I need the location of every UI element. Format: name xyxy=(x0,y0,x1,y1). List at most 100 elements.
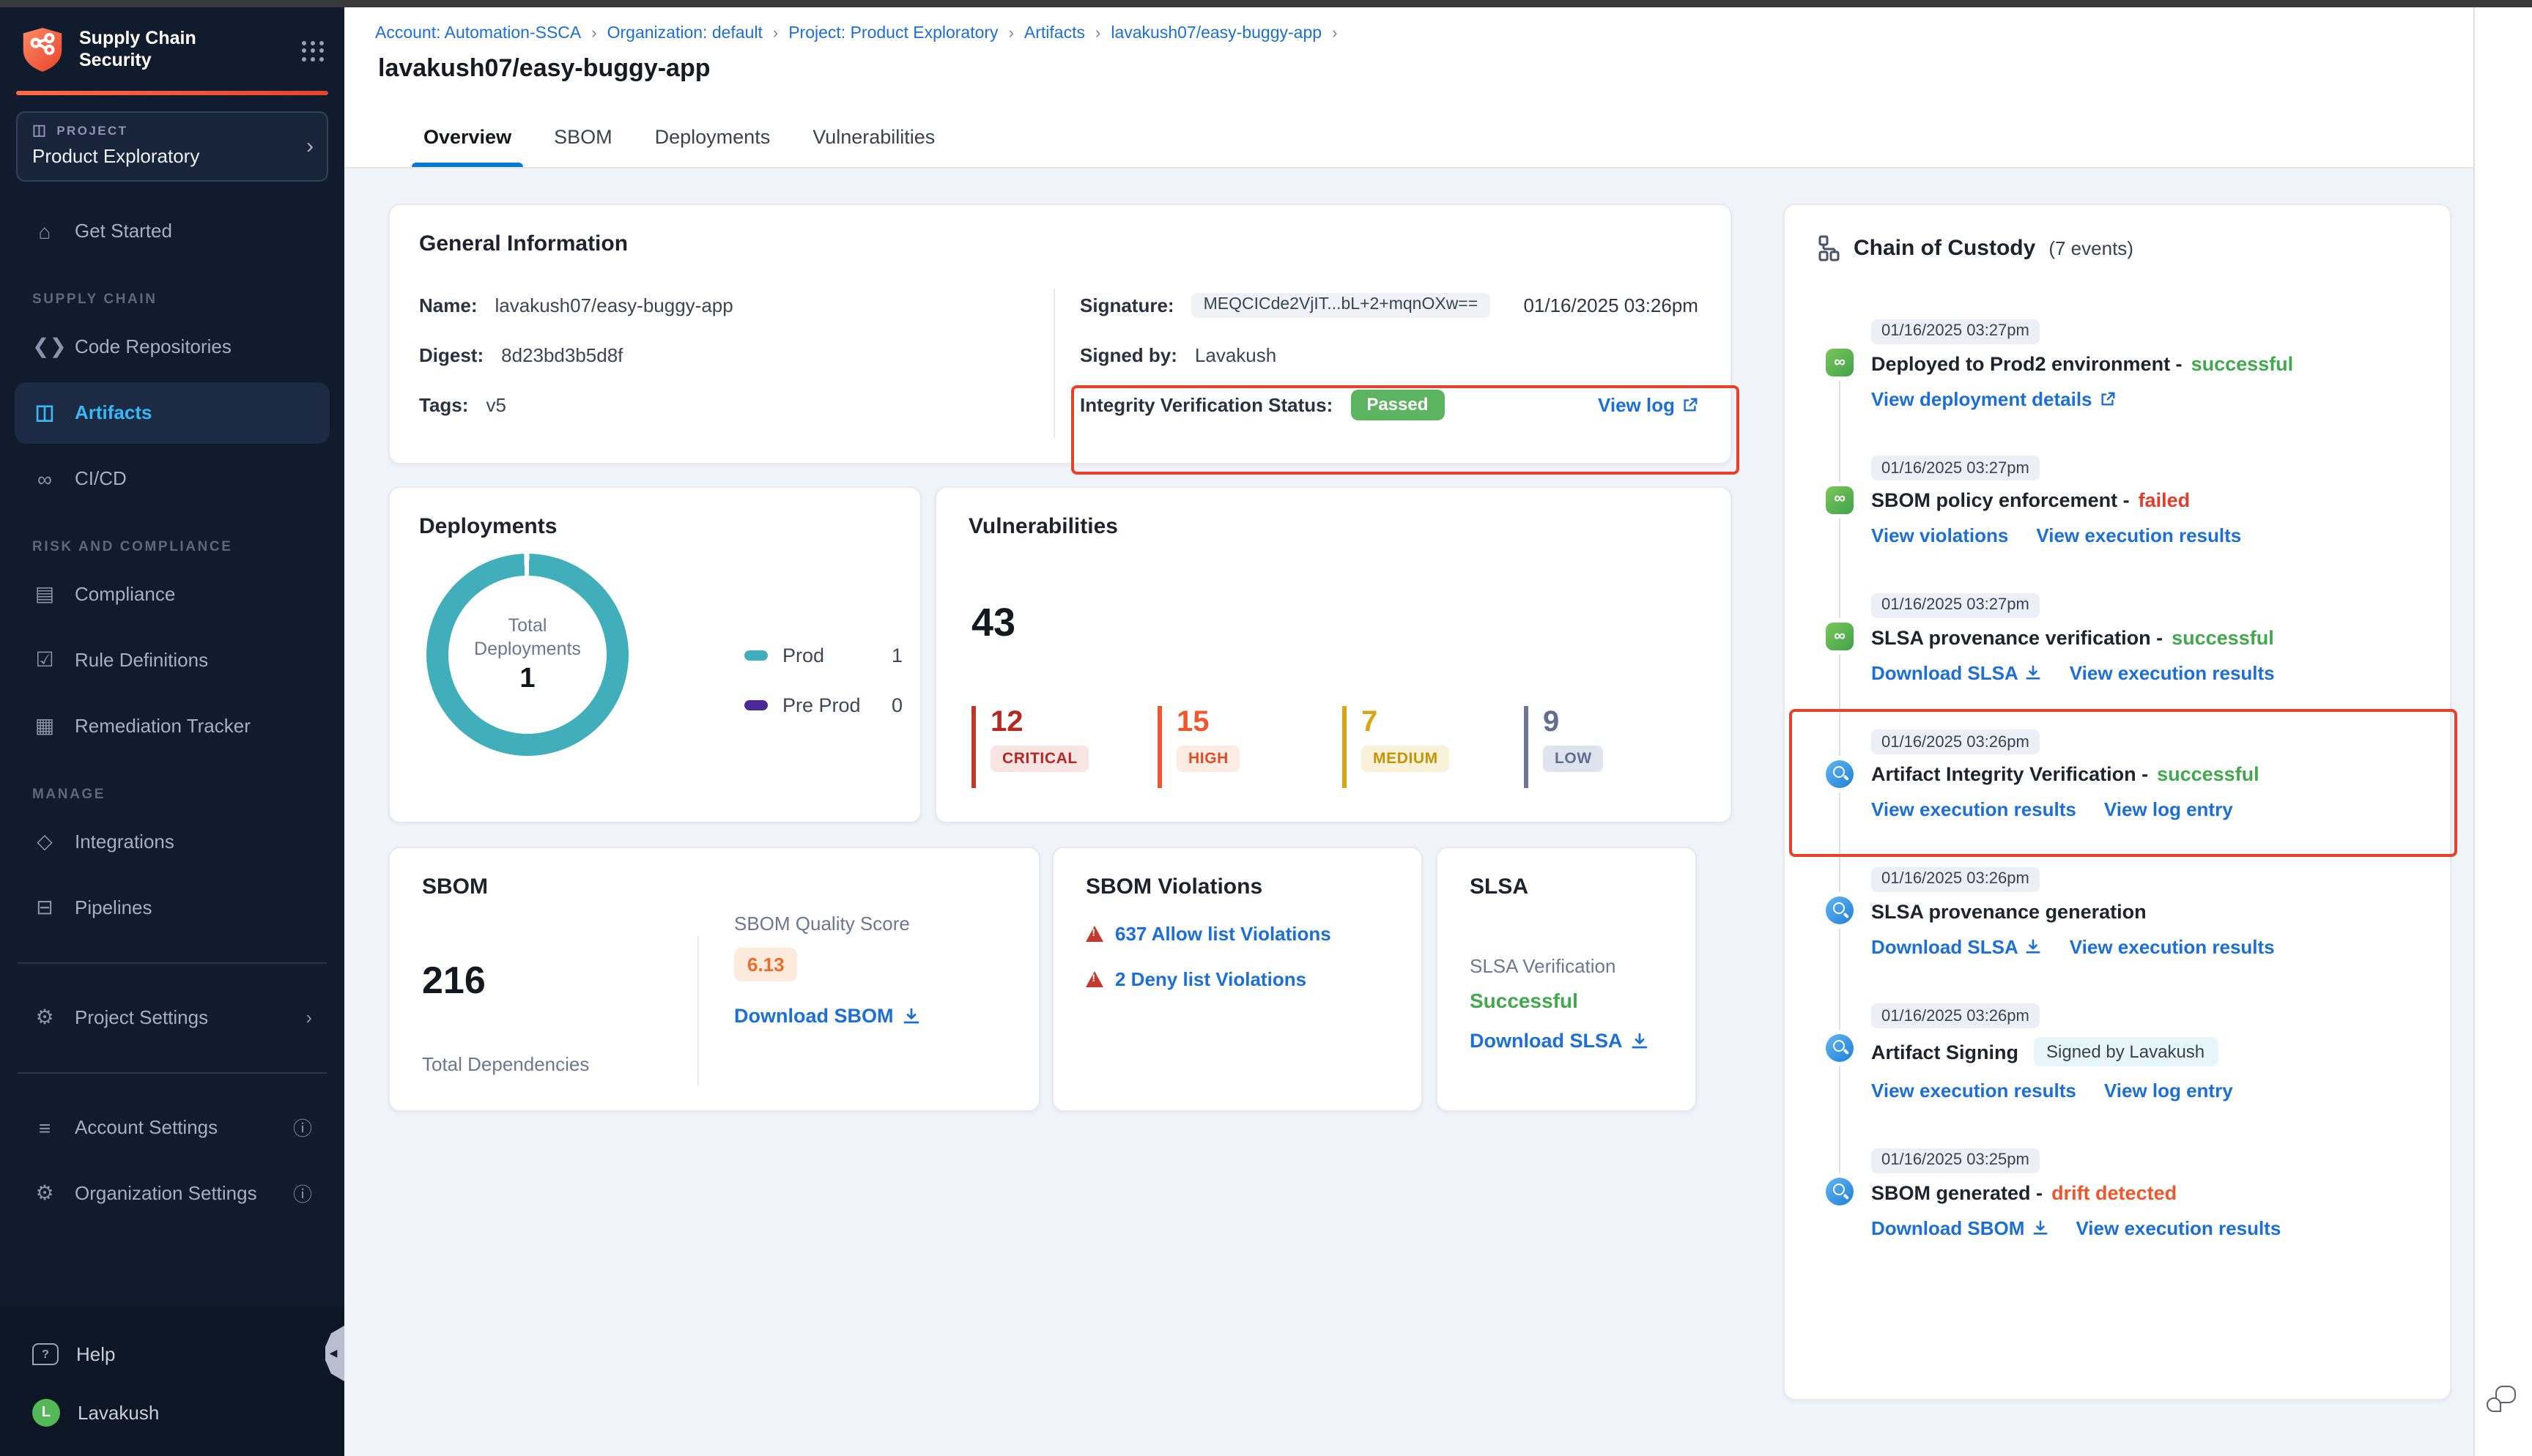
breadcrumb-link[interactable]: Account: Automation-SSCA xyxy=(375,25,581,42)
pipelines-icon: ⊟ xyxy=(32,895,57,920)
tab[interactable]: Deployments xyxy=(643,108,782,167)
sidebar-item[interactable]: ▦ Remediation Tracker xyxy=(15,695,330,757)
general-information-title: General Information xyxy=(419,231,1701,256)
breadcrumb-item: Organization: default › xyxy=(607,25,789,42)
event-item: 01/16/2025 03:27pm SLSA provenance verif… xyxy=(1871,590,2418,683)
sidebar-item[interactable]: ⌂ Get Started xyxy=(15,200,330,261)
sidebar-item-label: Compliance xyxy=(75,583,175,605)
severity-count: 7 xyxy=(1361,706,1450,738)
event-link[interactable]: Download SLSA xyxy=(1871,935,2042,957)
page-title: lavakush07/easy-buggy-app xyxy=(378,54,2475,83)
download-icon xyxy=(2026,938,2042,954)
project-label: PROJECT xyxy=(56,123,127,138)
sidebar-item[interactable]: ❮❯ Code Repositories xyxy=(15,316,330,377)
help-chat-icon: ? xyxy=(32,1342,59,1364)
sidebar-item[interactable]: ⚙ Project Settings › xyxy=(15,987,330,1048)
event-item: 01/16/2025 03:26pm Artifact Integrity Ve… xyxy=(1871,727,2418,820)
sbom-quality-score: 6.13 xyxy=(734,948,798,981)
event-item: 01/16/2025 03:27pm Deployed to Prod2 env… xyxy=(1871,316,2418,409)
sidebar-item[interactable]: MANAGE xyxy=(32,786,344,802)
event-title: SLSA provenance verification - xyxy=(1871,626,2163,648)
event-link[interactable]: View execution results xyxy=(2076,1217,2281,1238)
vulnerabilities-title: Vulnerabilities xyxy=(969,514,1698,539)
breadcrumb-link[interactable]: Artifacts xyxy=(1024,25,1085,42)
violation-link[interactable]: 2 Deny list Violations xyxy=(1115,968,1306,990)
scan-icon xyxy=(1826,1033,1854,1061)
name-row: Name: lavakush07/easy-buggy-app xyxy=(419,289,1054,321)
breadcrumb-separator: › xyxy=(773,25,778,42)
download-slsa-link[interactable]: Download SLSA xyxy=(1470,1030,1663,1052)
event-timestamp: 01/16/2025 03:27pm xyxy=(1871,456,2040,480)
sidebar-item[interactable]: ∞ CI/CD xyxy=(15,447,330,509)
event-link[interactable]: View execution results xyxy=(1871,1080,2076,1102)
tab[interactable]: Vulnerabilities xyxy=(801,108,947,167)
sidebar-item[interactable]: ◇ Integrations xyxy=(15,811,330,872)
digest-row: Digest: 8d23bd3b5d8f xyxy=(419,338,1054,371)
sidebar-item[interactable]: ◫ Artifacts xyxy=(15,382,330,443)
breadcrumb-item: Account: Automation-SSCA › xyxy=(375,25,607,42)
severity-badge: LOW xyxy=(1543,746,1604,772)
breadcrumb-link[interactable]: Project: Product Exploratory xyxy=(788,25,998,42)
help-button[interactable]: ? Help xyxy=(0,1324,344,1383)
breadcrumb-link[interactable]: lavakush07/easy-buggy-app xyxy=(1111,25,1322,42)
breadcrumb-link[interactable]: Organization: default xyxy=(607,25,763,42)
event-title: Artifact Signing xyxy=(1871,1041,2018,1063)
event-item: 01/16/2025 03:26pm Artifact Signing Sign… xyxy=(1871,1001,2418,1102)
signed-by-row: Signed by: Lavakush xyxy=(1080,338,1701,371)
sidebar-item-label: Artifacts xyxy=(75,401,152,423)
event-status: successful xyxy=(2191,352,2294,374)
help-label: Help xyxy=(76,1342,116,1364)
sidebar-header: Supply Chain Security xyxy=(0,7,344,73)
download-icon xyxy=(2026,664,2042,680)
event-link[interactable]: View execution results xyxy=(2070,935,2275,957)
sidebar-item-label: Integrations xyxy=(75,831,174,853)
violation-link[interactable]: 637 Allow list Violations xyxy=(1115,923,1331,945)
main-content: General Information Name: lavakush07/eas… xyxy=(344,168,2475,1456)
events-count: (7 events) xyxy=(2048,237,2133,259)
event-timestamp: 01/16/2025 03:27pm xyxy=(1871,593,2040,617)
user-menu[interactable]: L Lavakush xyxy=(0,1383,344,1441)
cd-pipeline-icon xyxy=(1826,349,1854,376)
deployments-card: Deployments Total Deployments 1 Prod 1 xyxy=(388,486,922,823)
product-title-line1: Supply Chain xyxy=(79,28,302,50)
info-icon: ⓘ xyxy=(293,1179,312,1207)
sidebar-item[interactable]: ☑ Rule Definitions xyxy=(15,629,330,691)
signature-timestamp: 01/16/2025 03:26pm xyxy=(1523,294,1698,316)
breadcrumb-item: lavakush07/easy-buggy-app › xyxy=(1111,25,1347,42)
event-link[interactable]: View log entry xyxy=(2104,798,2233,820)
view-log-link[interactable]: View log xyxy=(1598,393,1698,415)
external-link-icon xyxy=(2100,390,2116,406)
app-root: Supply Chain Security ◫ PROJECT Product … xyxy=(0,0,2532,1456)
tab[interactable]: SBOM xyxy=(542,108,624,167)
sbom-violations-card: SBOM Violations 637 Allow list Violation… xyxy=(1052,847,1423,1112)
event-link[interactable]: Download SBOM xyxy=(1871,1217,2048,1238)
event-link[interactable]: View execution results xyxy=(2036,524,2241,546)
violation-row: 2 Deny list Violations xyxy=(1086,968,1389,990)
severity-count: 12 xyxy=(991,706,1089,738)
event-link[interactable]: Download SLSA xyxy=(1871,661,2042,683)
project-selector[interactable]: ◫ PROJECT Product Exploratory › xyxy=(16,111,328,181)
sidebar-item[interactable]: SUPPLY CHAIN xyxy=(32,291,344,307)
download-sbom-link[interactable]: Download SBOM xyxy=(734,1005,920,1027)
event-link[interactable]: View violations xyxy=(1871,524,2008,546)
event-link[interactable]: View log entry xyxy=(2104,1080,2233,1102)
event-link[interactable]: View execution results xyxy=(1871,798,2076,820)
total-deployments-value: 1 xyxy=(519,664,535,696)
sidebar-item[interactable] xyxy=(18,962,327,963)
external-link-icon xyxy=(1682,396,1698,412)
cd-pipeline-icon xyxy=(1826,623,1854,650)
chat-bubbles-icon[interactable] xyxy=(2487,1386,2516,1412)
download-icon xyxy=(2032,1219,2048,1236)
sidebar-item[interactable]: ⊟ Pipelines xyxy=(15,877,330,938)
tab[interactable]: Overview xyxy=(412,108,523,167)
org-gear-icon: ⚙ xyxy=(32,1181,57,1206)
event-link[interactable]: View execution results xyxy=(2070,661,2275,683)
sidebar-item[interactable]: RISK AND COMPLIANCE xyxy=(32,538,344,554)
event-link[interactable]: View deployment details xyxy=(1871,387,2116,409)
page-header: Account: Automation-SSCA › Organization:… xyxy=(344,7,2475,110)
app-grid-icon[interactable] xyxy=(302,40,324,62)
sidebar-item[interactable]: ▤ Compliance xyxy=(15,563,330,625)
sidebar-item[interactable] xyxy=(18,1071,327,1073)
sidebar-item[interactable]: ⚙ Organization Settings ⓘ xyxy=(15,1162,330,1224)
sidebar-item[interactable]: ≡ Account Settings ⓘ xyxy=(15,1096,330,1158)
